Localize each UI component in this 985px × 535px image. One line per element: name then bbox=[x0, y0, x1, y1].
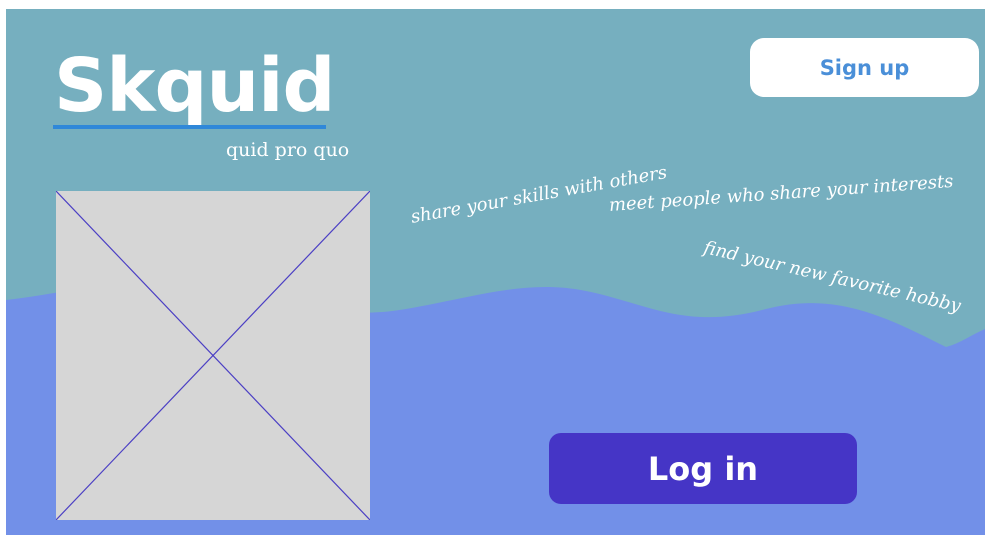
logo-underline bbox=[53, 125, 326, 129]
tagline: quid pro quo bbox=[226, 139, 350, 161]
image-placeholder-icon bbox=[56, 191, 370, 520]
login-button[interactable]: Log in bbox=[549, 433, 857, 504]
signup-button[interactable]: Sign up bbox=[750, 38, 979, 97]
logo-wordmark: Skquid bbox=[54, 43, 335, 129]
image-placeholder bbox=[56, 191, 370, 520]
landing-page: Skquid quid pro quo Sign up share your s… bbox=[6, 9, 985, 535]
